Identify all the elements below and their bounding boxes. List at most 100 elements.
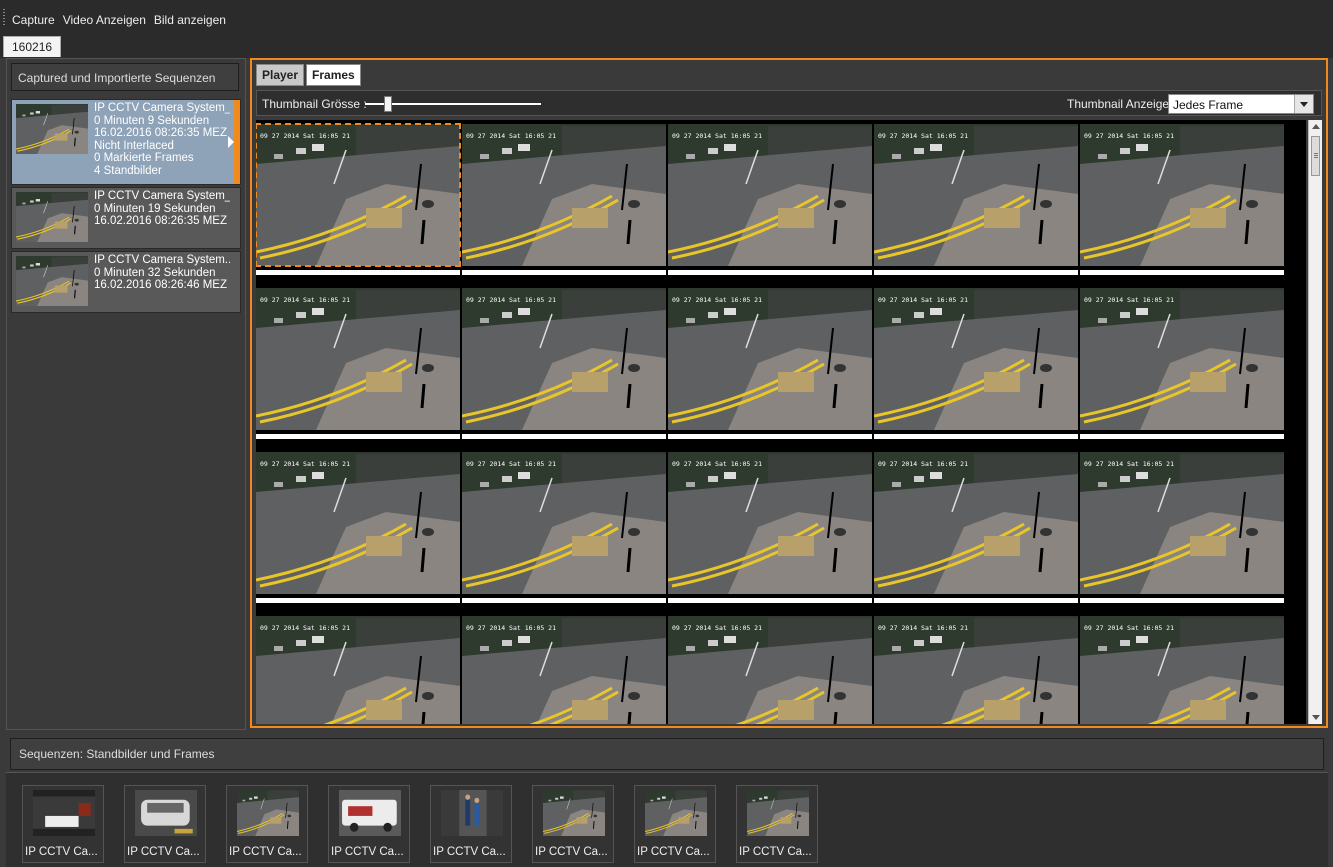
toolbar-grip[interactable] — [3, 9, 5, 25]
still-label: IP CCTV Ca... — [25, 846, 98, 858]
svg-text:09 27 2014 Sat 16:05 21: 09 27 2014 Sat 16:05 21 — [466, 296, 556, 304]
frame-thumbnail[interactable]: 09 27 2014 Sat 16:05 21 — [256, 120, 461, 284]
frame-thumbnail[interactable]: 09 27 2014 Sat 16:05 21 — [874, 612, 1079, 724]
thumbnail-display-select[interactable]: Jedes Frame — [1168, 94, 1314, 114]
sequence-panel: Captured und Importierte Sequenzen IP CC… — [6, 58, 246, 730]
frame-thumbnail[interactable]: 09 27 2014 Sat 16:05 21 — [1080, 120, 1285, 284]
still-label: IP CCTV Ca... — [637, 846, 710, 858]
svg-text:09 27 2014 Sat 16:05 21: 09 27 2014 Sat 16:05 21 — [260, 460, 350, 468]
svg-text:09 27 2014 Sat 16:05 21: 09 27 2014 Sat 16:05 21 — [466, 460, 556, 468]
svg-text:09 27 2014 Sat 16:05 21: 09 27 2014 Sat 16:05 21 — [672, 296, 762, 304]
still-thumbnail — [135, 790, 197, 836]
sequence-panel-header: Captured und Importierte Sequenzen — [11, 63, 239, 91]
still-item[interactable]: IP CCTV Ca... — [634, 785, 716, 863]
frame-thumbnail[interactable]: 09 27 2014 Sat 16:05 21 — [668, 612, 873, 724]
selection-arrow-icon — [228, 136, 234, 148]
view-tabs: Player Frames — [256, 64, 361, 86]
thumbnail-size-label: Thumbnail Grösse : — [262, 97, 367, 111]
sequence-item[interactable]: IP CCTV Camera System.... 0 Minuten 32 S… — [11, 251, 241, 313]
sequence-info: IP CCTV Camera System_ 0 Minuten 9 Sekun… — [94, 102, 230, 178]
frame-image: 09 27 2014 Sat 16:05 21 — [256, 452, 460, 594]
svg-text:09 27 2014 Sat 16:05 21: 09 27 2014 Sat 16:05 21 — [878, 296, 968, 304]
menu-bild-anzeigen[interactable]: Bild anzeigen — [154, 13, 226, 27]
stills-panel-header: Sequenzen: Standbilder und Frames — [10, 738, 1324, 770]
frame-thumbnail[interactable]: 09 27 2014 Sat 16:05 21 — [462, 448, 667, 612]
frame-thumbnail[interactable]: 09 27 2014 Sat 16:05 21 — [1080, 284, 1285, 448]
sequence-item[interactable]: IP CCTV Camera System_ 0 Minuten 9 Sekun… — [11, 99, 241, 185]
chevron-down-icon[interactable] — [1294, 95, 1313, 113]
frame-image: 09 27 2014 Sat 16:05 21 — [462, 124, 666, 266]
frame-marker-bar — [462, 434, 666, 439]
frames-grid: 09 27 2014 Sat 16:05 21 09 27 2014 Sat 16… — [256, 120, 1285, 724]
project-tab[interactable]: 160216 — [3, 36, 62, 57]
frames-toolbar: Thumbnail Grösse : Thumbnail Anzeige: Je… — [256, 90, 1322, 116]
svg-text:09 27 2014 Sat 16:05 21: 09 27 2014 Sat 16:05 21 — [878, 624, 968, 632]
still-item[interactable]: IP CCTV Ca... — [430, 785, 512, 863]
still-item[interactable]: IP CCTV Ca... — [736, 785, 818, 863]
slider-handle[interactable] — [383, 96, 392, 112]
scroll-down-icon[interactable] — [1312, 715, 1320, 720]
frame-image: 09 27 2014 Sat 16:05 21 — [668, 452, 872, 594]
scroll-thumb[interactable] — [1311, 136, 1320, 176]
frame-marker-bar — [462, 598, 666, 603]
frames-scrollbar[interactable] — [1308, 120, 1322, 724]
frame-image: 09 27 2014 Sat 16:05 21 — [256, 123, 461, 267]
frame-marker-bar — [1080, 434, 1284, 439]
frame-thumbnail[interactable]: 09 27 2014 Sat 16:05 21 — [668, 120, 873, 284]
frame-thumbnail[interactable]: 09 27 2014 Sat 16:05 21 — [874, 284, 1079, 448]
still-item[interactable]: IP CCTV Ca... — [328, 785, 410, 863]
frame-thumbnail[interactable]: 09 27 2014 Sat 16:05 21 — [256, 612, 461, 724]
svg-text:09 27 2014 Sat 16:05 21: 09 27 2014 Sat 16:05 21 — [672, 132, 762, 140]
sequence-title: IP CCTV Camera System.... — [94, 254, 230, 266]
sequence-item[interactable]: IP CCTV Camera System_... 0 Minuten 19 S… — [11, 187, 241, 249]
still-thumbnail — [441, 790, 503, 836]
frame-thumbnail[interactable]: 09 27 2014 Sat 16:05 21 — [874, 120, 1079, 284]
sequence-list: IP CCTV Camera System_ 0 Minuten 9 Sekun… — [11, 99, 241, 315]
frame-thumbnail[interactable]: 09 27 2014 Sat 16:05 21 — [462, 284, 667, 448]
frame-image: 09 27 2014 Sat 16:05 21 — [462, 452, 666, 594]
frame-thumbnail[interactable]: 09 27 2014 Sat 16:05 21 — [668, 284, 873, 448]
still-label: IP CCTV Ca... — [127, 846, 200, 858]
sequence-title: IP CCTV Camera System_... — [94, 190, 230, 202]
frame-marker-bar — [1080, 270, 1284, 275]
frame-thumbnail[interactable]: 09 27 2014 Sat 16:05 21 — [1080, 448, 1285, 612]
frame-thumbnail[interactable]: 09 27 2014 Sat 16:05 21 — [1080, 612, 1285, 724]
svg-text:09 27 2014 Sat 16:05 21: 09 27 2014 Sat 16:05 21 — [260, 296, 350, 304]
tab-player[interactable]: Player — [256, 64, 305, 86]
menu-video-anzeigen[interactable]: Video Anzeigen — [63, 13, 146, 27]
still-item[interactable]: IP CCTV Ca... — [226, 785, 308, 863]
frame-marker-bar — [1080, 598, 1284, 603]
frame-thumbnail[interactable]: 09 27 2014 Sat 16:05 21 — [462, 612, 667, 724]
frame-thumbnail[interactable]: 09 27 2014 Sat 16:05 21 — [256, 284, 461, 448]
frames-panel: Player Frames Thumbnail Grösse : Thumbna… — [250, 58, 1328, 728]
still-item[interactable]: IP CCTV Ca... — [532, 785, 614, 863]
frame-thumbnail[interactable]: 09 27 2014 Sat 16:05 21 — [668, 448, 873, 612]
svg-text:09 27 2014 Sat 16:05 21: 09 27 2014 Sat 16:05 21 — [878, 460, 968, 468]
frame-marker-bar — [668, 598, 872, 603]
tab-frames[interactable]: Frames — [306, 64, 361, 86]
sequence-duration: 0 Minuten 32 Sekunden — [94, 266, 216, 279]
thumbnail-display-label: Thumbnail Anzeige: — [1067, 97, 1173, 111]
menu-capture[interactable]: Capture — [12, 13, 55, 27]
sequence-date: 16.02.2016 08:26:35 MEZ — [94, 127, 227, 140]
frame-marker-bar — [874, 598, 1078, 603]
frame-thumbnail[interactable]: 09 27 2014 Sat 16:05 21 — [462, 120, 667, 284]
frame-thumbnail[interactable]: 09 27 2014 Sat 16:05 21 — [874, 448, 1079, 612]
scroll-up-icon[interactable] — [1312, 124, 1320, 129]
frame-marker-bar — [668, 270, 872, 275]
frame-image: 09 27 2014 Sat 16:05 21 — [874, 124, 1078, 266]
still-label: IP CCTV Ca... — [433, 846, 506, 858]
frame-image: 09 27 2014 Sat 16:05 21 — [1080, 288, 1284, 430]
svg-text:09 27 2014 Sat 16:05 21: 09 27 2014 Sat 16:05 21 — [672, 624, 762, 632]
frame-image: 09 27 2014 Sat 16:05 21 — [1080, 616, 1284, 724]
svg-text:09 27 2014 Sat 16:05 21: 09 27 2014 Sat 16:05 21 — [878, 132, 968, 140]
still-thumbnail — [33, 790, 95, 836]
svg-text:09 27 2014 Sat 16:05 21: 09 27 2014 Sat 16:05 21 — [1084, 460, 1174, 468]
still-item[interactable]: IP CCTV Ca... — [22, 785, 104, 863]
still-item[interactable]: IP CCTV Ca... — [124, 785, 206, 863]
frame-marker-bar — [256, 598, 460, 603]
frame-thumbnail[interactable]: 09 27 2014 Sat 16:05 21 — [256, 448, 461, 612]
project-tabstrip: 160216 — [0, 34, 1333, 58]
sequence-stills: 4 Standbilder — [94, 164, 162, 177]
thumbnail-display-value: Jedes Frame — [1173, 98, 1244, 112]
